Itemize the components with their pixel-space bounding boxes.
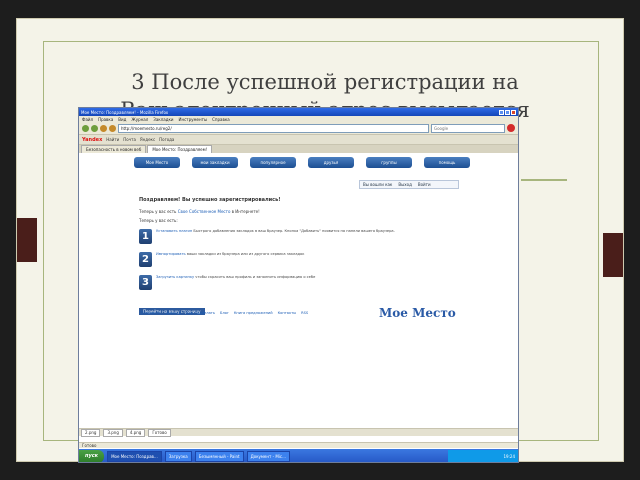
step-item: 3 Загрузить картинку чтобы скрасить ваш …: [139, 275, 469, 290]
navigation-toolbar: http://moemesto.ru/reg2/ Google: [79, 122, 518, 135]
slide-decoration-left: [17, 218, 37, 262]
yandex-logo[interactable]: Yandex: [82, 137, 102, 143]
step-item: 1 Установить плагин Быстрого добавления …: [139, 229, 469, 244]
step-text: Установить плагин Быстрого добавления за…: [156, 229, 395, 234]
menu-help[interactable]: Справка: [212, 117, 230, 122]
browser-screenshot: Мое Место: Поздравляем! - Mozilla Firefo…: [78, 107, 519, 463]
upload-picture-link[interactable]: Загрузить картинку: [156, 275, 194, 279]
footer-news[interactable]: Новости: [166, 311, 182, 315]
window-title: Мое Место: Поздравляем! - Mozilla Firefo…: [81, 109, 169, 115]
site-navigation: Мое Место мои закладки популярное друзья…: [134, 157, 470, 168]
toolbar-yandex[interactable]: Яндекс: [140, 137, 155, 142]
step-number: 3: [139, 275, 152, 290]
footer-blog[interactable]: Блог: [220, 311, 229, 315]
step-description: Быстрого добавления закладок в ваш брауз…: [193, 229, 395, 233]
slide-decoration-right: [603, 233, 623, 277]
window-controls: [499, 109, 516, 115]
step-number: 2: [139, 252, 152, 267]
tab-moemesto[interactable]: Мое Место: Поздравляем!: [147, 145, 213, 153]
download-item[interactable]: 2.png: [81, 428, 101, 437]
slide-decoration-line: [521, 179, 567, 181]
menu-tools[interactable]: Инструменты: [178, 117, 207, 122]
step-description: ваши закладки из браузера или из другого…: [186, 252, 305, 256]
step-text: Импортировать ваши закладки из браузера …: [156, 252, 304, 257]
download-item[interactable]: 3.png: [103, 428, 123, 437]
install-plugin-link[interactable]: Установить плагин: [156, 229, 192, 233]
nav-my-place[interactable]: Мое Место: [134, 157, 180, 168]
back-icon[interactable]: [82, 124, 89, 132]
user-bar: Вы вошли как Выход Войти: [359, 180, 459, 189]
search-input[interactable]: Google: [431, 123, 505, 133]
close-icon[interactable]: [511, 109, 516, 115]
yandex-toolbar: Yandex Найти Почта Яндекс Погода: [79, 135, 518, 145]
nav-groups[interactable]: группы: [366, 157, 412, 168]
nav-popular[interactable]: популярное: [250, 157, 296, 168]
start-button[interactable]: пуск: [79, 450, 105, 462]
login-link[interactable]: Войти: [418, 182, 431, 187]
reload-icon[interactable]: [100, 124, 107, 132]
own-place-text: Теперь у вас есть: [139, 209, 177, 214]
toolbar-mail[interactable]: Почта: [123, 137, 136, 142]
download-item[interactable]: Готово: [148, 428, 171, 437]
import-link[interactable]: Импортировать: [156, 252, 186, 256]
taskbar-item[interactable]: Мое Место: Поздрав...: [107, 451, 162, 462]
taskbar-item[interactable]: Документ - Mic...: [246, 451, 290, 462]
home-icon[interactable]: [109, 124, 116, 132]
own-place-link[interactable]: Свое Собственное Место: [178, 209, 231, 214]
toolbar-find[interactable]: Найти: [106, 137, 119, 142]
site-footer: О проекте Новости Как Подделать Блог Кни…: [141, 311, 308, 315]
registration-content: Поздравляем! Вы успешно зарегистрировали…: [139, 197, 469, 317]
taskbar-item[interactable]: Загрузка: [164, 451, 192, 462]
footer-about[interactable]: О проекте: [141, 311, 161, 315]
stop-icon[interactable]: [507, 124, 515, 132]
menu-file[interactable]: Файл: [82, 117, 93, 122]
step-number: 1: [139, 229, 152, 244]
footer-suggestions[interactable]: Книга предложений: [234, 311, 273, 315]
maximize-icon[interactable]: [505, 109, 510, 115]
taskbar-item[interactable]: Безымянный - Paint: [194, 451, 244, 462]
slide-title-line-1: 3 После успешной регистрации на: [131, 70, 519, 94]
windows-taskbar: пуск Мое Место: Поздрав... Загрузка Безы…: [79, 449, 518, 462]
step-text: Загрузить картинку чтобы скрасить ваш пр…: [156, 275, 315, 280]
site-logo: Мое Место: [379, 306, 456, 320]
toolbar-weather[interactable]: Погода: [159, 137, 174, 142]
footer-link[interactable]: Как Подделать: [186, 311, 215, 315]
menu-bookmarks[interactable]: Закладки: [153, 117, 173, 122]
menu-history[interactable]: Журнал: [131, 117, 148, 122]
window-titlebar: Мое Место: Поздравляем! - Mozilla Firefo…: [79, 108, 518, 116]
menu-view[interactable]: Вид: [118, 117, 126, 122]
options-intro: Теперь у вас есть:: [139, 218, 178, 223]
step-description: чтобы скрасить ваш профиль и заполнить и…: [195, 275, 316, 279]
status-bar: Готово: [79, 442, 518, 448]
step-item: 2 Импортировать ваши закладки из браузер…: [139, 252, 469, 267]
forward-icon[interactable]: [91, 124, 98, 132]
nav-my-bookmarks[interactable]: мои закладки: [192, 157, 238, 168]
nav-friends[interactable]: друзья: [308, 157, 354, 168]
tab-strip: Безопасность в новом веб Мое Место: Позд…: [79, 145, 518, 153]
tab-security[interactable]: Безопасность в новом веб: [81, 145, 147, 153]
nav-help[interactable]: помощь: [424, 157, 470, 168]
address-bar[interactable]: http://moemesto.ru/reg2/: [118, 123, 429, 133]
footer-rss[interactable]: RSS: [301, 311, 308, 315]
logged-in-label: Вы вошли как: [363, 182, 393, 187]
own-place-tail: в Интернете!: [231, 209, 260, 214]
web-page: Мое Место мои закладки популярное друзья…: [79, 153, 518, 442]
congrats-heading: Поздравляем! Вы успешно зарегистрировали…: [139, 197, 281, 203]
download-item[interactable]: 4.png: [125, 428, 146, 437]
footer-contacts[interactable]: Контакты: [278, 311, 297, 315]
logout-link[interactable]: Выход: [398, 182, 411, 187]
downloads-bar: 2.png 3.png 4.png Готово: [79, 428, 518, 437]
minimize-icon[interactable]: [499, 109, 504, 115]
own-place-line: Теперь у вас есть Свое Собственное Место…: [139, 209, 469, 214]
system-tray-clock: 19:24: [448, 450, 518, 462]
menu-edit[interactable]: Правка: [98, 117, 113, 122]
